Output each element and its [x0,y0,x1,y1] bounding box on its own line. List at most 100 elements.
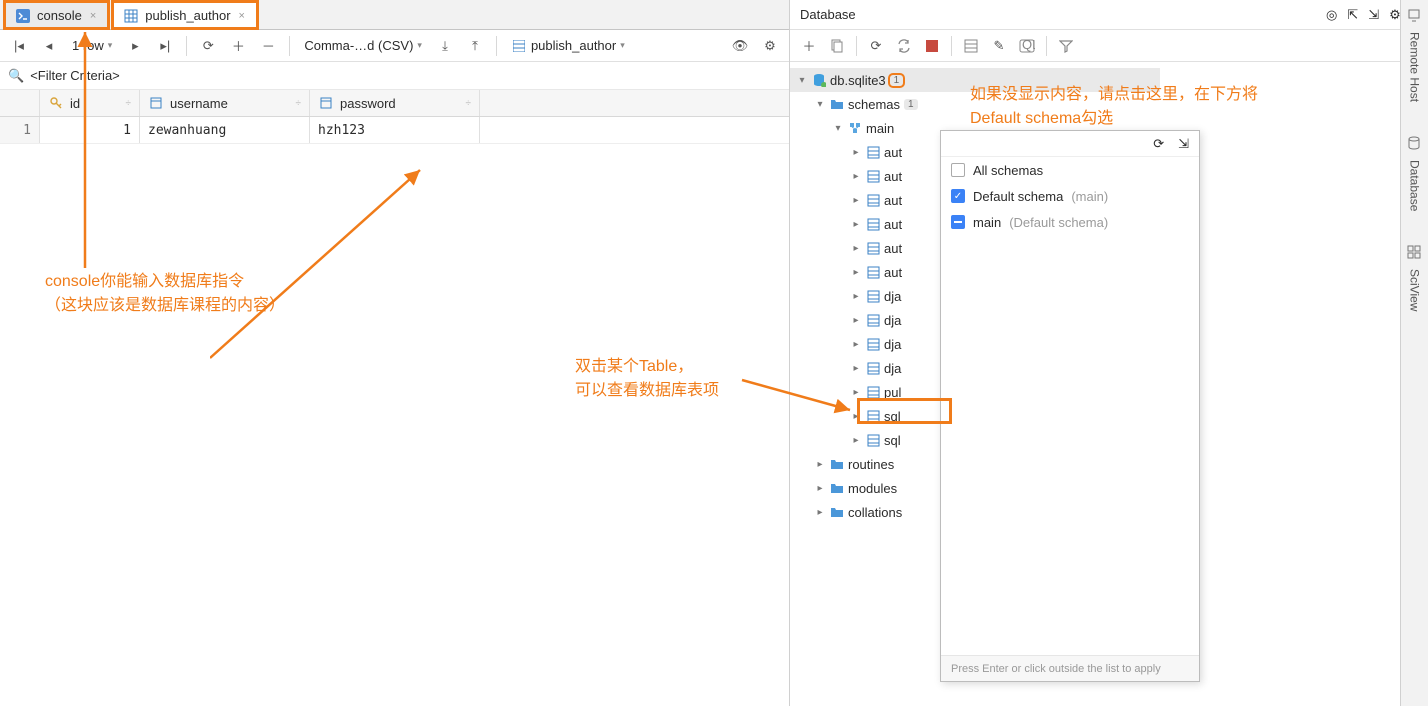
table-icon [864,290,882,303]
tree-node-schemas[interactable]: ▾ schemas 1 [790,92,1160,116]
first-page-icon[interactable]: |◂ [6,33,32,59]
cell-username[interactable]: zewanhuang [140,117,310,143]
chevron-right-icon[interactable]: ▸ [848,243,864,254]
right-tool-strip: Remote Host Database SciView [1400,0,1428,706]
import-up-icon[interactable]: ⤒ [462,33,488,59]
chevron-right-icon[interactable]: ▸ [812,507,828,518]
tab-console[interactable]: console × [4,1,109,29]
view-icon[interactable]: 👁 [727,33,753,59]
table-icon [864,362,882,375]
table-icon [864,314,882,327]
table-icon [864,410,882,423]
schema-option-main[interactable]: main (Default schema) [941,209,1199,235]
remote-host-icon [1407,8,1423,24]
tab-publish-author[interactable]: publish_author × [112,1,258,29]
col-header-username[interactable]: username÷ [140,90,310,116]
sciview-icon [1407,245,1423,261]
table-icon [864,338,882,351]
chevron-right-icon[interactable]: ▸ [848,291,864,302]
db-panel-title: Database [800,7,1326,22]
stop-icon[interactable] [919,33,945,59]
chevron-down-icon[interactable]: ▾ [794,75,810,86]
schema-option-default[interactable]: ✓ Default schema (main) [941,183,1199,209]
schema-selector-popup: ⟳ ⇲ All schemas ✓ Default schema (main) … [940,130,1200,682]
format-dropdown[interactable]: Comma-…d (CSV) ▾ [298,38,428,53]
chevron-right-icon[interactable]: ▸ [848,339,864,350]
expand-icon[interactable]: ⇲ [1178,136,1189,152]
filter-icon[interactable] [1053,33,1079,59]
table-icon [864,170,882,183]
chevron-right-icon[interactable]: ▸ [848,411,864,422]
close-icon[interactable]: × [237,10,247,22]
schema-option-all[interactable]: All schemas [941,157,1199,183]
chevron-right-icon[interactable]: ▸ [848,171,864,182]
col-header-password[interactable]: password÷ [310,90,480,116]
column-icon [318,95,334,111]
row-count-dropdown[interactable]: 1 row ▾ [66,38,118,53]
table-icon [123,8,139,24]
sidebar-tab-sciview[interactable]: SciView [1408,265,1422,315]
chevron-right-icon[interactable]: ▸ [812,459,828,470]
close-icon[interactable]: × [88,10,98,22]
col-header-id[interactable]: id÷ [40,90,140,116]
schema-count-badge[interactable]: 1 [890,75,904,86]
cell-password[interactable]: hzh123 [310,117,480,143]
checkbox-unchecked-icon[interactable] [951,163,965,177]
folder-icon [828,482,846,494]
checkbox-checked-icon[interactable]: ✓ [951,189,965,203]
chevron-right-icon[interactable]: ▸ [848,147,864,158]
table-icon [864,242,882,255]
sync-icon[interactable] [891,33,917,59]
row-number: 1 [0,117,40,143]
target-icon[interactable]: ◎ [1326,7,1337,23]
export-down-icon[interactable]: ⤓ [432,33,458,59]
refresh-icon[interactable]: ⟳ [1153,136,1164,152]
next-page-icon[interactable]: ▸ [122,33,148,59]
grid-corner [0,90,40,116]
duplicate-icon[interactable] [824,33,850,59]
chevron-right-icon[interactable]: ▸ [848,387,864,398]
ddl-icon[interactable]: QL [1014,33,1040,59]
last-page-icon[interactable]: ▸| [152,33,178,59]
sidebar-tab-database[interactable]: Database [1408,156,1422,215]
checkbox-mixed-icon[interactable] [951,215,965,229]
database-icon [1407,136,1423,152]
refresh-icon[interactable]: ⟳ [863,33,889,59]
chevron-right-icon[interactable]: ▸ [848,267,864,278]
console-icon [15,8,31,24]
table-dropdown[interactable]: publish_author ▾ [505,38,631,54]
folder-icon [828,458,846,470]
table-icon [864,266,882,279]
chevron-right-icon[interactable]: ▸ [812,483,828,494]
popup-toolbar: ⟳ ⇲ [941,131,1199,157]
reload-icon[interactable]: ⟳ [195,33,221,59]
add-icon[interactable]: ＋ [796,33,822,59]
tab-label: console [37,8,82,23]
key-icon [48,95,64,111]
table-icon [864,434,882,447]
db-panel-header: Database ◎ ⇱ ⇲ ⚙ – [790,0,1428,30]
remove-row-icon[interactable]: － [255,33,281,59]
add-row-icon[interactable]: ＋ [225,33,251,59]
search-icon: 🔍 [8,68,24,84]
filter-input[interactable]: 🔍 <Filter Criteria> [0,62,789,90]
chevron-right-icon[interactable]: ▸ [848,363,864,374]
sidebar-tab-remote-host[interactable]: Remote Host [1408,28,1422,106]
chevron-right-icon[interactable]: ▸ [848,435,864,446]
table-icon [864,194,882,207]
chevron-right-icon[interactable]: ▸ [848,315,864,326]
tree-node-db[interactable]: ▾ db.sqlite3 1 [790,68,1160,92]
collapse-icon[interactable]: ⇱ [1347,7,1358,23]
edit-icon[interactable]: ✎ [986,33,1012,59]
prev-page-icon[interactable]: ◂ [36,33,62,59]
table-row[interactable]: 1 1 zewanhuang hzh123 [0,117,789,144]
chevron-down-icon[interactable]: ▾ [812,99,828,110]
table-view-icon[interactable] [958,33,984,59]
settings-icon[interactable]: ⚙ [757,33,783,59]
cell-id[interactable]: 1 [40,117,140,143]
chevron-right-icon[interactable]: ▸ [848,219,864,230]
expand-icon[interactable]: ⇲ [1368,7,1379,23]
chevron-down-icon[interactable]: ▾ [830,123,846,134]
chevron-right-icon[interactable]: ▸ [848,195,864,206]
table-icon [864,146,882,159]
